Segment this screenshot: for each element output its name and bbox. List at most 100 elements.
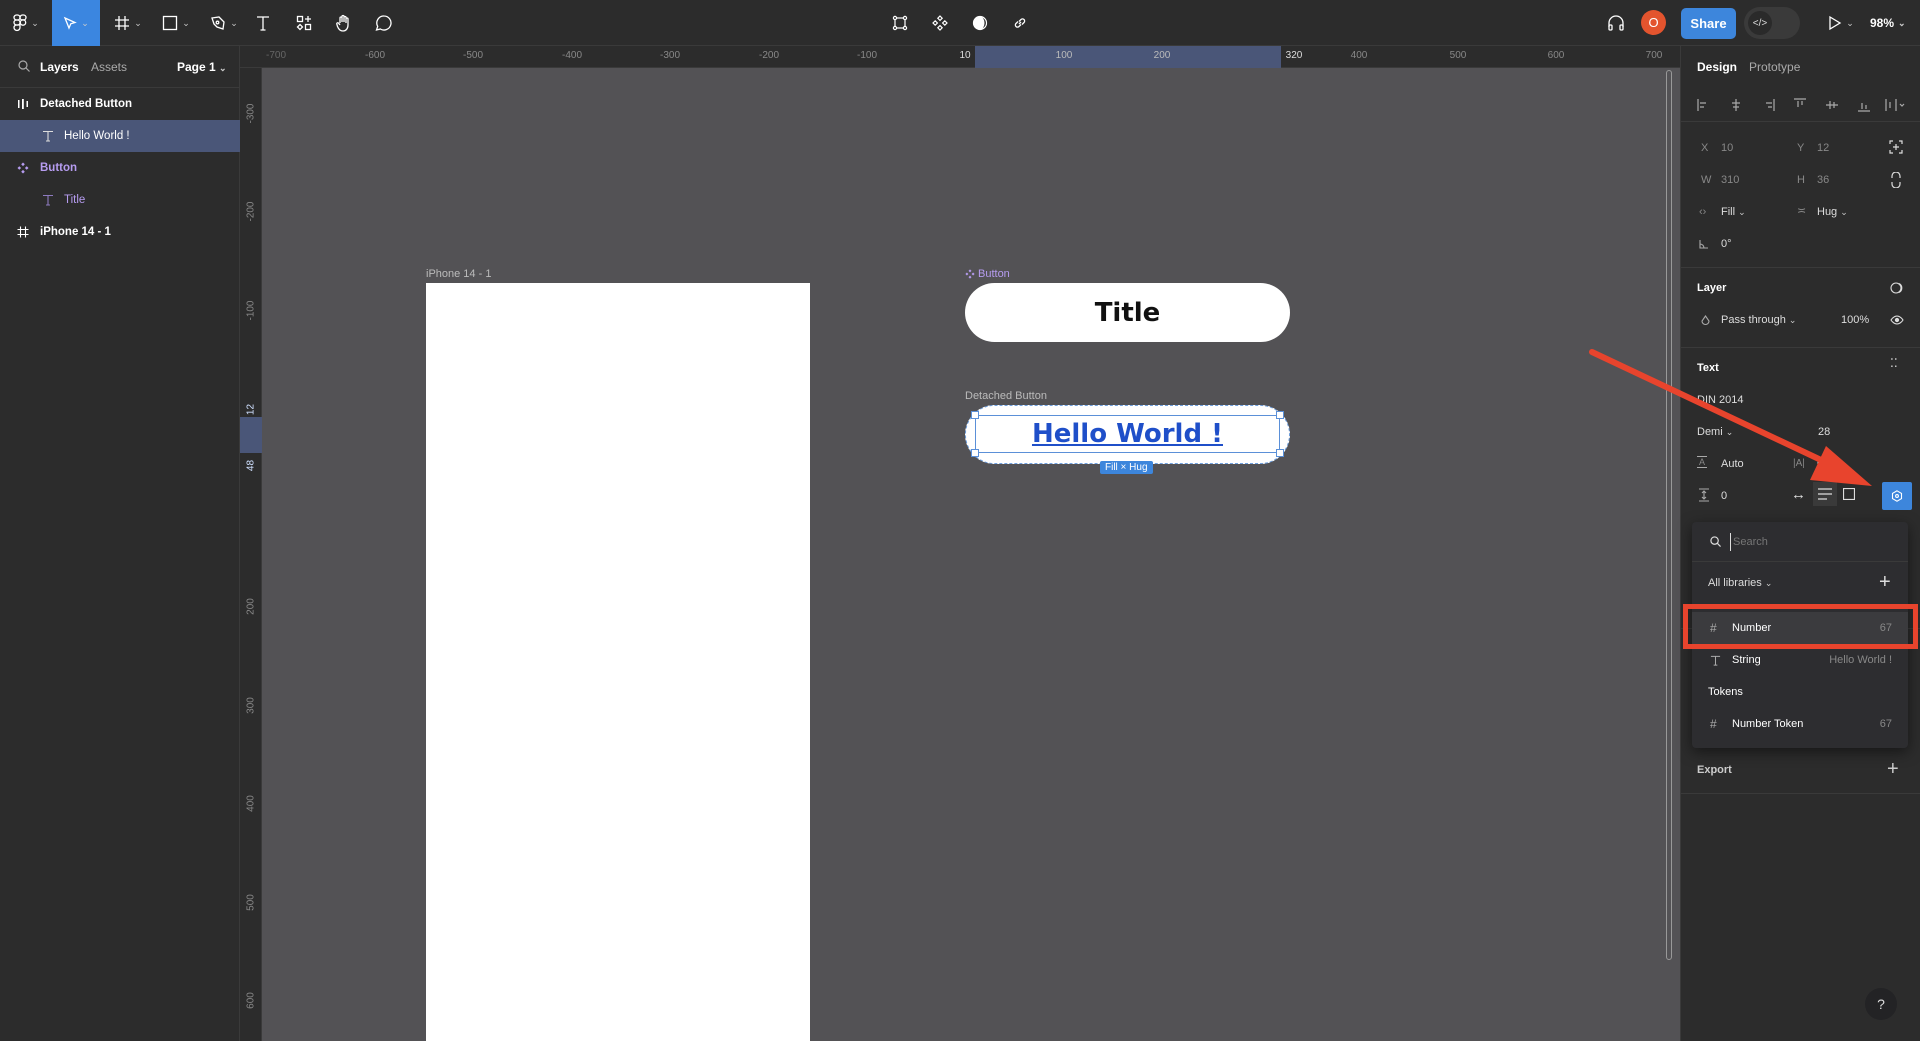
h-input[interactable]: 36 bbox=[1817, 174, 1829, 186]
tab-assets[interactable]: Assets bbox=[91, 60, 127, 74]
hello-world-text-selection[interactable]: Hello World ! bbox=[975, 415, 1280, 453]
layer-label: iPhone 14 - 1 bbox=[40, 226, 111, 238]
add-export-icon[interactable]: + bbox=[1887, 758, 1899, 781]
dev-mode-toggle[interactable]: </> bbox=[1744, 7, 1800, 39]
shape-tool-button[interactable]: ⌄ bbox=[156, 0, 196, 46]
distribute-icon[interactable] bbox=[1885, 98, 1909, 112]
line-height-input[interactable]: Auto bbox=[1721, 458, 1744, 470]
code-icon: </> bbox=[1748, 11, 1772, 35]
resize-handle[interactable] bbox=[1276, 449, 1284, 457]
variable-name: Number Token bbox=[1732, 718, 1804, 730]
mask-button[interactable] bbox=[969, 0, 991, 46]
share-button[interactable]: Share bbox=[1681, 8, 1736, 39]
canvas[interactable]: iPhone 14 - 1 Button Title Detached Butt… bbox=[262, 68, 1680, 1041]
resources-tool-button[interactable] bbox=[292, 0, 316, 46]
x-input[interactable]: 10 bbox=[1721, 142, 1733, 154]
move-tool-button[interactable]: ⌄ bbox=[52, 0, 100, 46]
font-family-dropdown[interactable]: DIN 2014 bbox=[1697, 394, 1743, 406]
rotation-input[interactable]: 0° bbox=[1721, 238, 1732, 250]
frame-tool-button[interactable]: ⌄ bbox=[108, 0, 148, 46]
letter-spacing-icon: |A| bbox=[1793, 458, 1805, 469]
tab-layers[interactable]: Layers bbox=[40, 60, 79, 74]
resize-handle[interactable] bbox=[971, 449, 979, 457]
detached-button-label[interactable]: Detached Button bbox=[965, 390, 1047, 402]
eye-icon[interactable] bbox=[1890, 315, 1904, 325]
constrain-proportions-icon[interactable] bbox=[1891, 172, 1901, 188]
align-left-icon[interactable] bbox=[1697, 98, 1711, 112]
y-input[interactable]: 12 bbox=[1817, 142, 1829, 154]
opacity-input[interactable]: 100% bbox=[1841, 314, 1869, 326]
align-top-icon[interactable] bbox=[1793, 98, 1807, 112]
search-icon[interactable] bbox=[18, 60, 30, 72]
frame-label[interactable]: iPhone 14 - 1 bbox=[426, 268, 491, 280]
hand-tool-button[interactable] bbox=[332, 0, 356, 46]
horizontal-sizing-dropdown[interactable]: Fill ⌄ bbox=[1721, 206, 1746, 218]
type-settings-icon[interactable]: ⁚⁚ bbox=[1890, 357, 1898, 369]
auto-width-icon[interactable]: ↔ bbox=[1791, 486, 1806, 503]
blend-mode-dropdown[interactable]: Pass through ⌄ bbox=[1721, 314, 1796, 326]
ruler-label: -600 bbox=[364, 50, 386, 61]
tab-prototype[interactable]: Prototype bbox=[1749, 60, 1800, 74]
font-weight-value: Demi bbox=[1697, 426, 1723, 438]
component-icon bbox=[932, 15, 948, 31]
letter-spacing-input[interactable]: 0% bbox=[1817, 458, 1833, 470]
variable-value: Hello World ! bbox=[1829, 654, 1892, 666]
comment-tool-button[interactable] bbox=[372, 0, 396, 46]
align-middle-vertical-icon[interactable] bbox=[1825, 98, 1839, 112]
help-button[interactable]: ? bbox=[1865, 988, 1897, 1020]
library-value: All libraries bbox=[1708, 577, 1762, 589]
fixed-size-icon[interactable] bbox=[1843, 488, 1855, 500]
page-selector[interactable]: Page 1 ⌄ bbox=[177, 60, 227, 74]
vertical-sizing-dropdown[interactable]: Hug ⌄ bbox=[1817, 206, 1848, 218]
layer-row-iphone-frame[interactable]: iPhone 14 - 1 bbox=[0, 216, 240, 248]
layer-row-hello-world[interactable]: Hello World ! bbox=[0, 120, 240, 152]
paragraph-spacing-icon bbox=[1699, 488, 1709, 502]
present-button[interactable]: ⌄ bbox=[1826, 0, 1856, 46]
horizontal-sizing-value: Fill bbox=[1721, 206, 1736, 218]
panel-tabs: Layers Assets Page 1 ⌄ bbox=[0, 46, 239, 88]
create-component-button[interactable] bbox=[929, 0, 951, 46]
main-menu-button[interactable]: ⌄ bbox=[6, 0, 46, 46]
font-size-input[interactable]: 28 bbox=[1818, 426, 1830, 438]
library-dropdown[interactable]: All libraries ⌄ bbox=[1708, 577, 1772, 589]
auto-height-button[interactable] bbox=[1813, 482, 1837, 506]
constraints-icon[interactable] bbox=[1889, 140, 1903, 154]
w-input[interactable]: 310 bbox=[1721, 174, 1739, 186]
pen-tool-button[interactable]: ⌄ bbox=[204, 0, 244, 46]
button-component[interactable]: Title bbox=[965, 283, 1290, 342]
apply-variable-button[interactable] bbox=[1882, 482, 1912, 510]
layer-effects-icon[interactable] bbox=[1890, 282, 1904, 294]
layer-row-button[interactable]: Button bbox=[0, 152, 240, 184]
font-weight-dropdown[interactable]: Demi ⌄ bbox=[1697, 426, 1733, 438]
select-matching-button[interactable] bbox=[889, 0, 911, 46]
create-variable-icon[interactable]: + bbox=[1879, 571, 1891, 594]
ruler-label: 600 bbox=[1547, 50, 1565, 61]
zoom-dropdown[interactable]: 98% ⌄ bbox=[1870, 0, 1906, 46]
variable-search-input[interactable] bbox=[1730, 533, 1890, 551]
resize-handle[interactable] bbox=[1276, 411, 1284, 419]
align-bottom-icon[interactable] bbox=[1857, 98, 1871, 112]
vertical-scrollbar[interactable] bbox=[1666, 70, 1672, 960]
ruler-label: -400 bbox=[561, 50, 583, 61]
export-section: Export + bbox=[1681, 748, 1920, 794]
text-tool-button[interactable] bbox=[252, 0, 274, 46]
ruler-label: 400 bbox=[1350, 50, 1368, 61]
component-icon bbox=[965, 269, 975, 279]
resize-handle[interactable] bbox=[971, 411, 979, 419]
layer-row-detached-button[interactable]: Detached Button bbox=[0, 88, 240, 120]
voice-chat-button[interactable] bbox=[1604, 0, 1628, 46]
layer-row-title[interactable]: Title bbox=[0, 184, 240, 216]
paragraph-spacing-input[interactable]: 0 bbox=[1721, 490, 1727, 502]
y-label: Y bbox=[1797, 142, 1805, 154]
component-label[interactable]: Button bbox=[965, 268, 1010, 280]
hello-world-text[interactable]: Hello World ! bbox=[1032, 419, 1223, 449]
avatar[interactable]: O bbox=[1641, 10, 1666, 35]
iphone-frame[interactable] bbox=[426, 283, 810, 1041]
ruler-selection-end: 48 bbox=[245, 459, 257, 472]
chevron-down-icon: ⌄ bbox=[182, 17, 190, 28]
align-right-icon[interactable] bbox=[1761, 98, 1775, 112]
variable-item-number-token[interactable]: # Number Token 67 bbox=[1692, 708, 1908, 740]
tab-design[interactable]: Design bbox=[1697, 60, 1737, 74]
link-button[interactable] bbox=[1009, 0, 1031, 46]
align-center-horizontal-icon[interactable] bbox=[1729, 98, 1743, 112]
